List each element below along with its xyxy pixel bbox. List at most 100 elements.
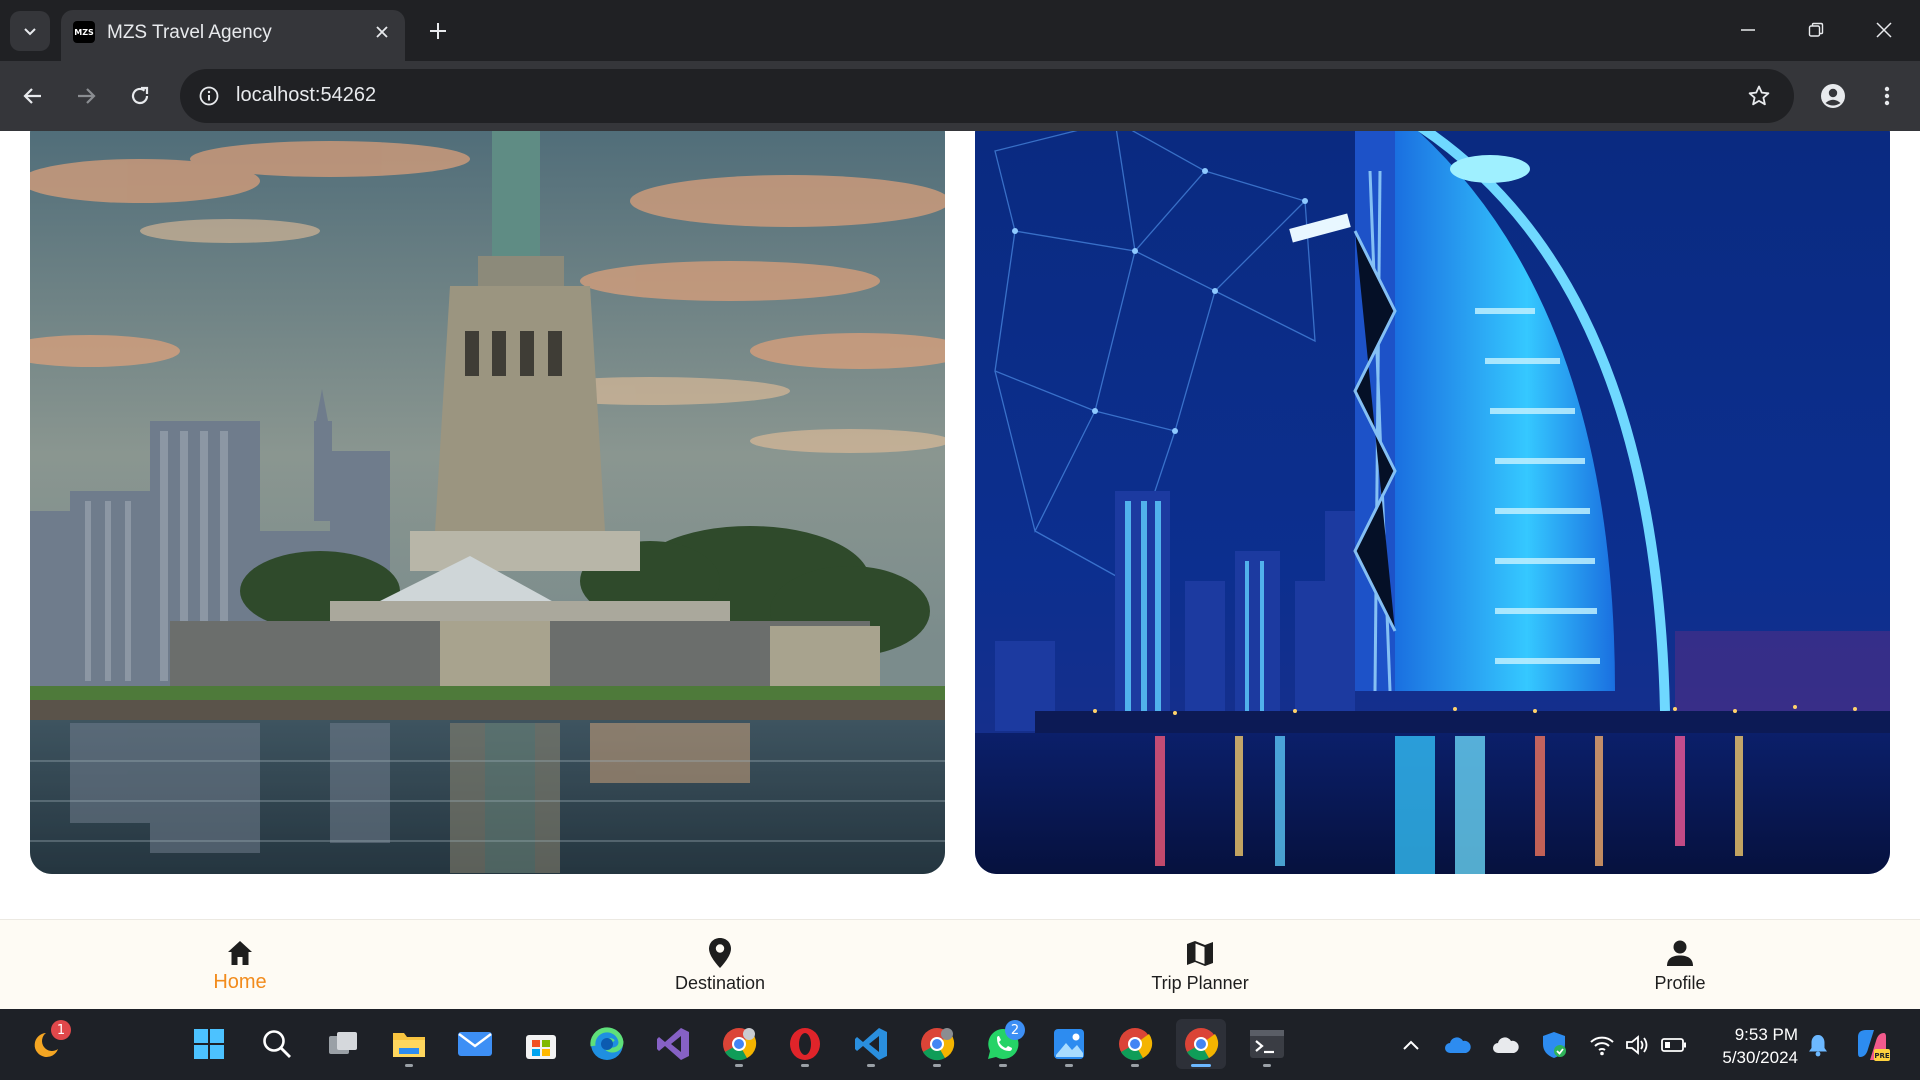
nav-item-profile[interactable]: Profile [1560,920,1800,1010]
destination-card-dubai[interactable] [975,131,1890,874]
reload-button[interactable] [119,75,161,117]
taskbar-whatsapp[interactable]: 2 [978,1019,1028,1069]
widgets-badge: 1 [51,1020,71,1040]
taskbar-microsoft-store[interactable] [516,1019,566,1069]
tab-close-button[interactable] [371,21,393,43]
show-hidden-icons-button[interactable] [1397,1031,1425,1059]
cloud-icon [1493,1037,1519,1053]
bell-icon [1809,1035,1827,1057]
page-content [0,131,1920,919]
map-icon [1183,936,1217,970]
tray-copilot[interactable]: PRE [1852,1025,1892,1065]
taskbar-chrome-profile-3[interactable] [1110,1019,1160,1069]
url-text: localhost:54262 [236,84,377,106]
nav-item-home[interactable]: Home [120,920,360,1010]
taskbar-vscode[interactable] [846,1019,896,1069]
home-icon [223,936,257,970]
nav-item-destination[interactable]: Destination [600,920,840,1010]
person-icon [1663,936,1697,970]
search-icon [263,1030,291,1058]
taskbar-opera[interactable] [780,1019,830,1069]
tab-title: MZS Travel Agency [107,22,272,43]
reload-icon [131,86,149,105]
tab-search-button[interactable] [10,11,50,51]
terminal-icon [1250,1030,1284,1058]
profile-button[interactable] [1812,75,1854,117]
edge-icon [590,1027,624,1060]
taskbar-edge[interactable] [582,1019,632,1069]
forward-button[interactable] [65,75,107,117]
nav-label-trip-planner: Trip Planner [1151,973,1249,993]
burj-al-arab-photo [975,131,1890,874]
tray-onedrive[interactable] [1444,1031,1472,1059]
minimize-button[interactable] [1714,0,1782,60]
star-icon [1748,85,1770,106]
tray-windows-security[interactable] [1540,1031,1568,1059]
taskbar-mail[interactable] [450,1019,500,1069]
info-icon [199,86,219,106]
volume-icon [1626,1035,1648,1055]
tray-notifications[interactable] [1804,1031,1832,1059]
start-button[interactable] [184,1019,234,1069]
taskbar-clock[interactable]: 9:53 PM 5/30/2024 [1688,1023,1798,1069]
chevron-up-icon [1403,1040,1419,1050]
wifi-icon [1590,1036,1614,1056]
close-icon [1876,22,1892,38]
destination-card-new-york[interactable] [30,131,945,874]
mail-icon [458,1032,492,1056]
taskbar-chrome-profile-1[interactable] [714,1019,764,1069]
taskbar-terminal[interactable] [1242,1019,1292,1069]
tray-wifi[interactable] [1588,1031,1616,1059]
chrome-icon [723,1028,757,1061]
clock-time: 9:53 PM [1734,1025,1798,1044]
browser-menu-button[interactable] [1866,75,1908,117]
nav-label-home: Home [213,971,267,993]
statue-of-liberty-photo [30,131,945,874]
taskbar-photos[interactable] [1044,1019,1094,1069]
windows-taskbar: 1 2 9:53 PM 5/30/2024 PRE [0,1009,1920,1080]
bottom-navigation-bar: Home Destination Trip Planner Profile [0,919,1920,1009]
nav-item-trip-planner[interactable]: Trip Planner [1080,920,1320,1010]
search-button[interactable] [252,1019,302,1069]
mzs-favicon-icon: MZS [73,21,95,43]
taskbar-visual-studio[interactable] [648,1019,698,1069]
nav-label-destination: Destination [674,973,766,993]
bookmark-button[interactable] [1740,77,1778,115]
chrome-icon [1185,1028,1219,1061]
restore-button[interactable] [1782,0,1850,60]
taskbar-chrome-active[interactable] [1176,1019,1226,1069]
close-window-button[interactable] [1850,0,1918,60]
store-icon [526,1035,556,1059]
tray-volume[interactable] [1624,1031,1652,1059]
vscode-icon [855,1028,887,1060]
chrome-icon [921,1028,955,1061]
close-icon [376,26,388,38]
opera-icon [790,1028,820,1060]
taskbar-chrome-profile-2[interactable] [912,1019,962,1069]
minimize-icon [1741,29,1755,31]
address-bar[interactable]: localhost:54262 [180,69,1794,123]
svg-text:PRE: PRE [1874,1052,1890,1060]
widgets-button[interactable]: 1 [24,1019,74,1069]
new-tab-button[interactable] [418,11,458,51]
shield-icon [1543,1032,1566,1058]
folder-icon [393,1033,425,1057]
plus-icon [430,23,446,39]
whatsapp-badge: 2 [1005,1020,1025,1040]
task-view-button[interactable] [318,1019,368,1069]
tray-onedrive-personal[interactable] [1492,1031,1520,1059]
taskbar-file-explorer[interactable] [384,1019,434,1069]
arrow-right-icon [78,88,96,104]
tray-battery[interactable] [1660,1031,1688,1059]
browser-toolbar: localhost:54262 [0,61,1920,131]
location-pin-icon [703,936,737,970]
clock-date: 5/30/2024 [1722,1048,1798,1067]
chrome-icon [1119,1028,1153,1061]
copilot-icon: PRE [1858,1030,1890,1061]
browser-tab[interactable]: MZS MZS Travel Agency [61,10,405,61]
account-circle-icon [1821,84,1845,108]
visual-studio-icon [657,1028,689,1060]
back-button[interactable] [12,75,54,117]
restore-icon [1808,22,1824,37]
site-info-button[interactable] [190,77,228,115]
